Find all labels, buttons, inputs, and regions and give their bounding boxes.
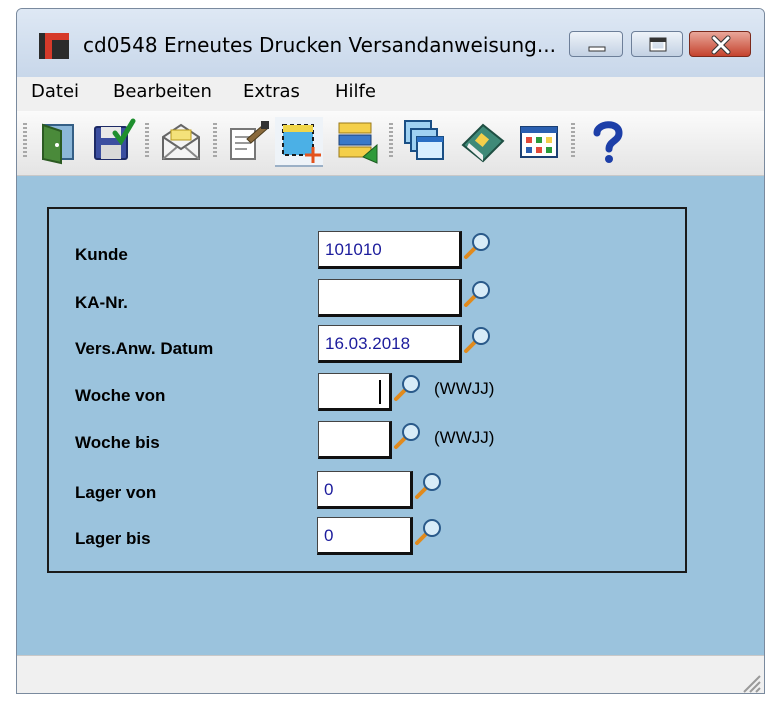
menu-bearbeiten[interactable]: Bearbeiten — [113, 81, 212, 102]
email-button[interactable] — [157, 117, 205, 165]
datum-label: Vers.Anw. Datum — [75, 339, 214, 358]
kunde-field[interactable]: 101010 — [318, 231, 462, 269]
window-title: cd0548 Erneutes Drucken Versandanweisung… — [83, 33, 556, 57]
lager-bis-field[interactable]: 0 — [317, 517, 413, 555]
kunde-label: Kunde — [75, 245, 128, 264]
windows-button[interactable] — [401, 117, 449, 165]
woche-von-field[interactable] — [318, 373, 392, 411]
search-icon[interactable] — [462, 279, 492, 309]
save-button[interactable] — [89, 117, 137, 165]
search-icon[interactable] — [462, 231, 492, 261]
app-window: cd0548 Erneutes Drucken Versandanweisung… — [16, 8, 765, 694]
search-icon[interactable] — [462, 325, 492, 355]
toolbar-separator — [571, 123, 575, 159]
text-cursor — [379, 380, 381, 404]
edit-document-icon — [230, 121, 269, 160]
exit-door-icon — [42, 123, 74, 165]
search-icon[interactable] — [392, 421, 422, 451]
help-button[interactable] — [583, 117, 631, 165]
maximize-icon — [649, 37, 667, 52]
woche-bis-field[interactable] — [318, 421, 392, 459]
minimize-icon — [588, 46, 606, 52]
menu-hilfe[interactable]: Hilfe — [335, 81, 376, 102]
new-record-button[interactable] — [275, 117, 323, 167]
toolbar-separator — [213, 123, 217, 159]
minimize-button[interactable] — [569, 31, 623, 57]
status-bar — [17, 655, 764, 694]
transfer-list-button[interactable] — [333, 117, 381, 165]
app-icon — [39, 33, 69, 59]
toolbar-separator — [389, 123, 393, 159]
main-area: Kunde 101010 KA-Nr. Vers.Anw. Datum 16.0… — [17, 176, 764, 655]
toolbar-separator — [145, 123, 149, 159]
book-icon — [461, 123, 505, 163]
windows-icon — [404, 120, 444, 160]
woche-von-hint: (WWJJ) — [434, 379, 495, 398]
menu-extras[interactable]: Extras — [243, 81, 300, 102]
lager-bis-label: Lager bis — [75, 529, 151, 548]
search-icon[interactable] — [413, 471, 443, 501]
search-icon[interactable] — [392, 373, 422, 403]
new-record-icon — [282, 124, 321, 163]
exit-button[interactable] — [35, 117, 83, 165]
transfer-list-icon — [338, 122, 378, 164]
close-icon — [711, 35, 731, 55]
menu-bar: Datei Bearbeiten Extras Hilfe — [17, 77, 764, 112]
woche-von-label: Woche von — [75, 386, 166, 405]
search-icon[interactable] — [413, 517, 443, 547]
toolbar-grip[interactable] — [23, 123, 27, 159]
lager-von-field[interactable]: 0 — [317, 471, 413, 509]
menu-datei[interactable]: Datei — [31, 81, 79, 102]
lager-von-label: Lager von — [75, 483, 157, 502]
datum-field[interactable]: 16.03.2018 — [318, 325, 462, 363]
help-icon — [593, 121, 623, 163]
edit-document-button[interactable] — [223, 117, 271, 165]
toolbar — [17, 111, 764, 176]
maximize-button[interactable] — [631, 31, 683, 57]
save-icon — [94, 118, 136, 160]
grid-view-icon — [520, 126, 558, 158]
woche-bis-hint: (WWJJ) — [434, 428, 495, 447]
resize-grip-icon[interactable] — [738, 670, 762, 694]
close-button[interactable] — [689, 31, 751, 57]
email-icon — [162, 123, 200, 160]
book-button[interactable] — [459, 117, 507, 165]
title-bar[interactable]: cd0548 Erneutes Drucken Versandanweisung… — [17, 9, 764, 77]
filter-panel: Kunde 101010 KA-Nr. Vers.Anw. Datum 16.0… — [47, 207, 687, 573]
ka-nr-label: KA-Nr. — [75, 293, 128, 312]
grid-view-button[interactable] — [515, 117, 563, 165]
woche-bis-label: Woche bis — [75, 433, 160, 452]
ka-nr-field[interactable] — [318, 279, 462, 317]
